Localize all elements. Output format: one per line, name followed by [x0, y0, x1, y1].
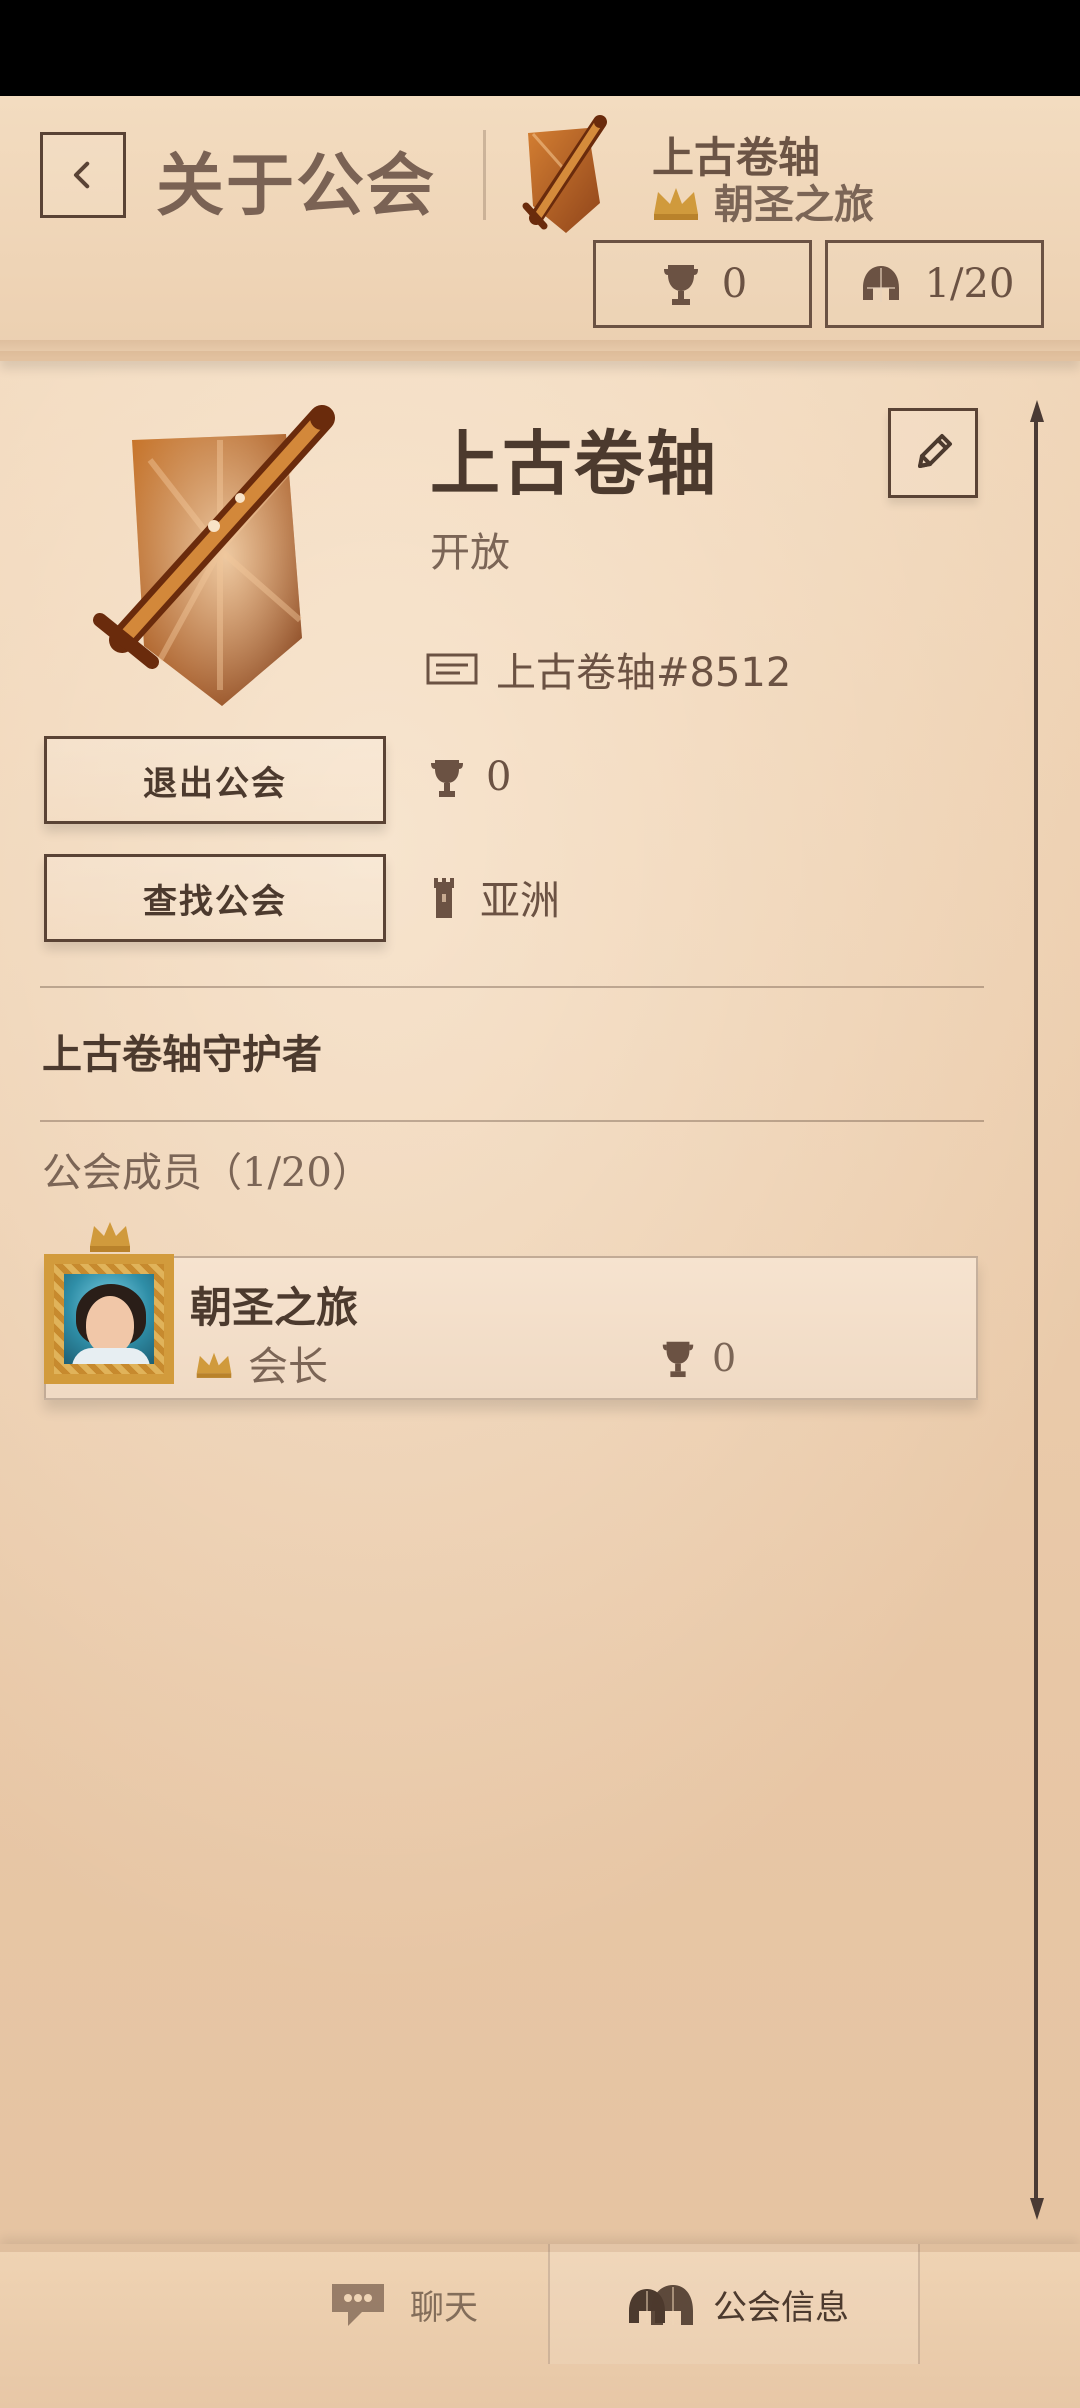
- back-button[interactable]: [40, 132, 126, 218]
- scrollbar-bottom-cap: [1030, 2198, 1044, 2220]
- member-role-row: 会长: [192, 1334, 328, 1392]
- crown-icon: [196, 1352, 232, 1378]
- header-separator: [483, 130, 486, 220]
- guild-members-title: 公会成员（1/20）: [42, 1140, 372, 1198]
- tab-guild-info[interactable]: 公会信息: [548, 2244, 920, 2364]
- header-leader-name: 朝圣之旅: [714, 182, 874, 228]
- tab-chat-label: 聊天: [410, 2287, 478, 2328]
- tab-chat[interactable]: 聊天: [250, 2244, 550, 2364]
- pencil-icon: [918, 434, 952, 468]
- avatar-image: [64, 1274, 154, 1364]
- guild-members-icon: [629, 2285, 693, 2325]
- chat-icon: [332, 2284, 384, 2326]
- crown-icon: [654, 188, 698, 220]
- guild-trophy-row: 0: [426, 754, 511, 800]
- tab-guild-info-label: 公会信息: [713, 2287, 849, 2328]
- member-trophy-value: 0: [712, 1336, 737, 1380]
- member-card[interactable]: 朝圣之旅 会长 0: [44, 1222, 978, 1400]
- trophy-count: 0: [721, 261, 748, 307]
- guild-trophy-value: 0: [486, 754, 512, 800]
- member-count: 1/20: [924, 261, 1015, 307]
- helmet-icon: [862, 266, 899, 302]
- scrollbar-track: [1034, 420, 1038, 2200]
- guild-motto: 上古卷轴守护者: [42, 1032, 322, 1078]
- member-name: 朝圣之旅: [190, 1283, 359, 1332]
- avatar-face: [86, 1296, 134, 1354]
- member-avatar[interactable]: [44, 1222, 174, 1384]
- guild-tag: 上古卷轴#8512: [496, 650, 792, 696]
- status-bar: [0, 0, 1080, 96]
- avatar-frame: [44, 1254, 174, 1384]
- trophy-icon: [663, 265, 698, 305]
- find-guild-button[interactable]: 查找公会: [44, 854, 386, 942]
- guild-info-page: { "header": { "title": "关于公会", "guild_na…: [0, 0, 1080, 2408]
- guild-region: 亚洲: [480, 878, 560, 924]
- guild-name: 上古卷轴: [430, 423, 718, 505]
- chevron-left-icon: [73, 161, 90, 189]
- guild-emblem-icon: [522, 115, 607, 233]
- avatar-body: [72, 1348, 150, 1364]
- tower-icon: [434, 878, 454, 918]
- guild-open-status: 开放: [430, 530, 510, 576]
- divider: [40, 986, 984, 988]
- page-title: 关于公会: [156, 147, 437, 226]
- divider: [40, 1120, 984, 1122]
- guild-banner-icon: [93, 405, 335, 706]
- member-trophy-row: 0: [658, 1336, 736, 1380]
- trophy-icon: [431, 760, 463, 797]
- leave-guild-button[interactable]: 退出公会: [44, 736, 386, 824]
- members-title-text: 公会成员: [42, 1150, 202, 1196]
- trophy-icon: [662, 1341, 694, 1378]
- trophy-counter: 0: [593, 240, 812, 328]
- member-role: 会长: [248, 1344, 328, 1390]
- members-title-count: （1/20）: [202, 1150, 372, 1196]
- member-counter: 1/20: [825, 240, 1044, 328]
- id-card-icon: [426, 653, 478, 685]
- scrollbar-top-cap: [1030, 400, 1044, 422]
- edit-guild-button[interactable]: [888, 408, 978, 498]
- guild-region-row: 亚洲: [426, 868, 560, 926]
- header-leader: 朝圣之旅: [648, 172, 874, 230]
- header-shadow: [0, 340, 1080, 358]
- scrollbar[interactable]: [1030, 400, 1044, 2220]
- guild-tag-row: 上古卷轴#8512: [426, 640, 791, 698]
- crown-icon: [90, 1222, 130, 1252]
